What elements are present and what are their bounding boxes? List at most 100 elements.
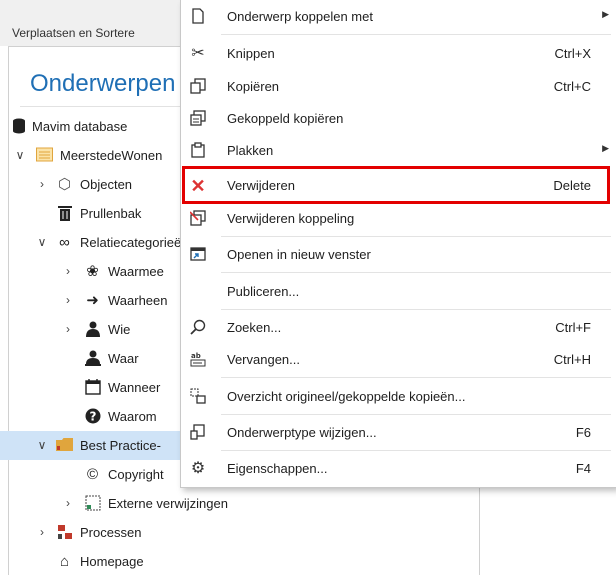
- menu-item-label: Kopiëren: [227, 79, 280, 94]
- menu-item-shortcut: Ctrl+H: [553, 352, 591, 367]
- tree-item-label: Prullenbak: [80, 206, 142, 221]
- chevron-down-icon[interactable]: ∨: [14, 148, 26, 162]
- submenu-arrow-icon: ▶: [602, 9, 609, 19]
- menu-separator: [221, 272, 611, 273]
- scissors-icon: ✂: [191, 45, 205, 62]
- chevron-right-icon[interactable]: ›: [36, 525, 48, 539]
- menu-item-label: Zoeken...: [227, 320, 282, 335]
- menu-separator: [221, 377, 611, 378]
- menu-item-vervangen[interactable]: ab Vervangen... Ctrl+H: [181, 343, 616, 377]
- menu-separator: [221, 309, 611, 310]
- menu-item-shortcut: Ctrl+X: [554, 46, 591, 61]
- copyright-icon: ©: [86, 466, 99, 483]
- menu-separator: [221, 450, 611, 451]
- menu-item-label: Onderwerp koppelen met: [227, 9, 373, 24]
- home-icon: ⌂: [59, 553, 70, 570]
- svg-text:?: ?: [89, 410, 96, 424]
- menu-separator: [221, 414, 611, 415]
- chevron-down-icon[interactable]: ∨: [36, 438, 48, 452]
- menu-separator: [221, 34, 611, 35]
- gear-icon: ⚙: [190, 460, 206, 477]
- chevron-down-icon[interactable]: ∨: [36, 235, 48, 249]
- menu-item-shortcut: F6: [575, 425, 591, 440]
- group-icon: ❀: [86, 263, 99, 280]
- external-doc-icon: [84, 495, 101, 512]
- tree-item-label: Waarheen: [108, 293, 168, 308]
- person-location-icon: [84, 350, 101, 367]
- chevron-right-icon[interactable]: ›: [62, 293, 74, 307]
- menu-item-label: Overzicht origineel/gekoppelde kopieën..…: [227, 389, 466, 404]
- menu-item-kopieren[interactable]: Kopiëren Ctrl+C: [181, 70, 616, 104]
- search-icon: [189, 319, 207, 337]
- tree-item-label: Waar: [108, 351, 139, 366]
- person-icon: [84, 321, 101, 338]
- menu-item-shortcut: Ctrl+F: [555, 320, 591, 335]
- menu-item-label: Publiceren...: [227, 284, 300, 299]
- menu-item-label: Verwijderen koppeling: [227, 211, 355, 226]
- link-doc-icon: [189, 8, 207, 26]
- tree-item-label: MeerstedeWonen: [60, 148, 163, 163]
- menu-item-label: Openen in nieuw venster: [227, 247, 371, 262]
- overview-icon: [189, 388, 207, 406]
- tree-item-label: Processen: [80, 525, 142, 540]
- panel-caption: Verplaatsen en Sortere: [12, 26, 135, 40]
- menu-item-knippen[interactable]: ✂ Knippen Ctrl+X: [181, 37, 616, 71]
- chevron-right-icon[interactable]: ›: [36, 177, 48, 191]
- submenu-arrow-icon: ▶: [602, 143, 609, 153]
- process-icon: [56, 524, 73, 541]
- folder-icon: [36, 147, 53, 164]
- menu-item-zoeken[interactable]: Zoeken... Ctrl+F: [181, 311, 616, 345]
- tree-item-processen[interactable]: › Processen: [0, 518, 478, 547]
- tree-item-label: Waarmee: [108, 264, 164, 279]
- replace-icon: ab: [189, 351, 207, 369]
- unlink-icon: [189, 210, 207, 228]
- tree-item-label: Relatiecategorieën: [80, 235, 189, 250]
- cube-icon: ⬡: [57, 176, 72, 193]
- question-icon: ?: [84, 408, 101, 425]
- tree-title: Onderwerpen: [30, 70, 176, 97]
- menu-item-eigenschappen[interactable]: ⚙ Eigenschappen... F4: [181, 452, 616, 486]
- menu-item-label: Vervangen...: [227, 352, 300, 367]
- tree-item-label: Copyright: [108, 467, 164, 482]
- arrow-right-icon: ➜: [86, 292, 99, 309]
- chevron-right-icon[interactable]: ›: [62, 264, 74, 278]
- tree-item-label: Wie: [108, 322, 131, 337]
- menu-item-label: Knippen: [227, 46, 275, 61]
- context-menu: Onderwerp koppelen met ▶ ✂ Knippen Ctrl+…: [180, 0, 616, 488]
- tree-item-label: Best Practice-: [80, 438, 161, 453]
- copy-icon: [189, 78, 207, 96]
- folder-icon: [56, 437, 73, 454]
- menu-item-shortcut: F4: [575, 461, 591, 476]
- menu-item-gekoppeld-kopieren[interactable]: Gekoppeld kopiëren: [181, 102, 616, 136]
- link-icon: ∞: [59, 234, 70, 251]
- new-window-icon: [189, 246, 207, 264]
- menu-item-shortcut: Ctrl+C: [553, 79, 591, 94]
- menu-item-onderwerp-koppelen[interactable]: Onderwerp koppelen met ▶: [181, 0, 616, 34]
- menu-item-label: Onderwerptype wijzigen...: [227, 425, 377, 440]
- tree-item-label: Wanneer: [108, 380, 161, 395]
- tree-item-homepage[interactable]: ⌂ Homepage: [0, 547, 478, 576]
- tree-item-label: Waarom: [108, 409, 157, 424]
- menu-item-label: Gekoppeld kopiëren: [227, 111, 344, 126]
- database-icon: [10, 118, 27, 135]
- tree-item-externe-verwijzingen[interactable]: › Externe verwijzingen: [0, 489, 478, 518]
- menu-item-publiceren[interactable]: Publiceren...: [181, 275, 616, 309]
- paste-icon: [189, 142, 207, 160]
- menu-item-openen-nieuw-venster[interactable]: Openen in nieuw venster: [181, 238, 616, 272]
- menu-item-label: Plakken: [227, 143, 274, 158]
- chevron-right-icon[interactable]: ›: [62, 496, 74, 510]
- menu-item-label: Eigenschappen...: [227, 461, 328, 476]
- tree-item-label: Externe verwijzingen: [108, 496, 228, 511]
- svg-text:ab: ab: [191, 352, 201, 360]
- calendar-icon: [84, 379, 101, 396]
- tree-item-label: Objecten: [80, 177, 133, 192]
- menu-separator: [221, 236, 611, 237]
- menu-item-verwijderen-koppeling[interactable]: Verwijderen koppeling: [181, 202, 616, 236]
- trash-icon: [56, 205, 73, 222]
- menu-item-overzicht[interactable]: Overzicht origineel/gekoppelde kopieën..…: [181, 380, 616, 414]
- highlight-annotation-box: [182, 166, 610, 204]
- chevron-right-icon[interactable]: ›: [62, 322, 74, 336]
- menu-item-onderwerptype-wijzigen[interactable]: Onderwerptype wijzigen... F6: [181, 416, 616, 450]
- menu-item-plakken[interactable]: Plakken ▶: [181, 134, 616, 168]
- linked-copy-icon: [189, 110, 207, 128]
